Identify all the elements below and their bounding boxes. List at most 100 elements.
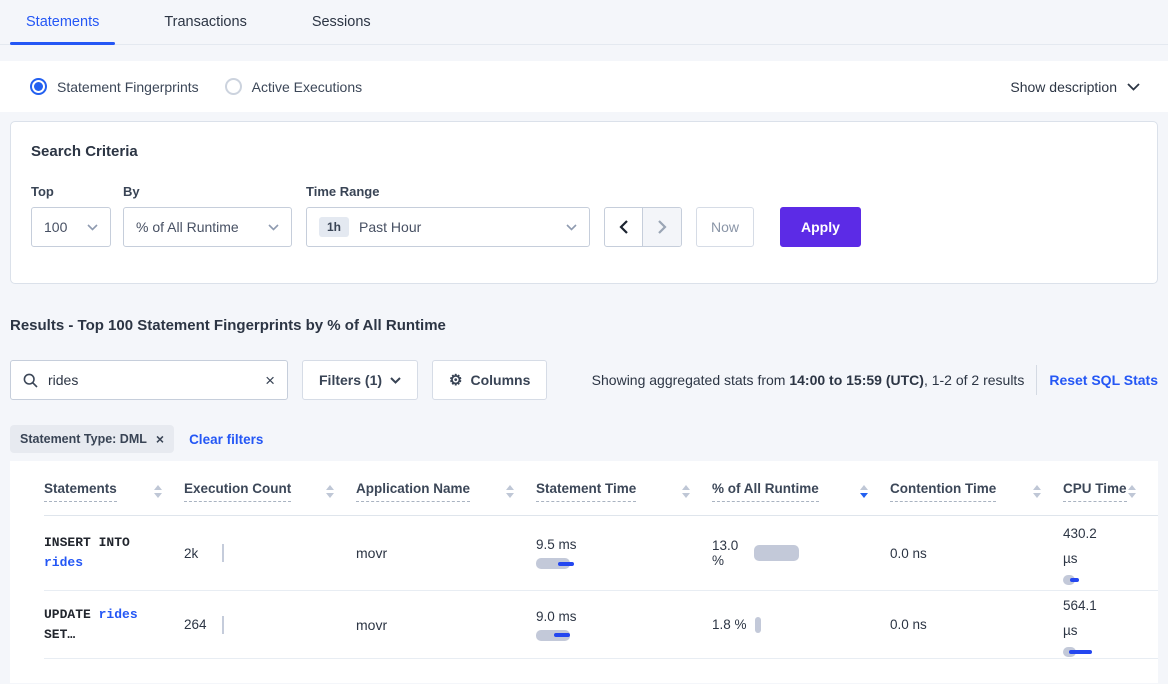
top-label: Top [31,184,111,199]
cpu-time-bar [1063,575,1079,585]
cpu-time-cell: 430.2 µs [1063,521,1158,585]
view-radio-group: Statement Fingerprints Active Executions [30,78,362,95]
search-input[interactable] [48,372,255,388]
by-select-value: % of All Runtime [136,219,239,235]
chevron-left-icon [619,220,628,234]
table-row: INSERT INTO rides 2k movr 9.5 ms 13.0 % … [44,516,1158,591]
column-header-contention-time[interactable]: Contention Time [890,481,1063,502]
statement-fingerprint-cell: UPDATE rides SET… [44,605,184,645]
by-select[interactable]: % of All Runtime [123,207,292,247]
table-header-row: Statements Execution Count Application N… [44,461,1158,516]
chevron-down-icon [390,377,401,384]
reset-sql-stats-link[interactable]: Reset SQL Stats [1049,372,1158,388]
results-controls: × Filters (1) ⚙ Columns Showing aggregat… [10,360,1158,400]
sort-icon [682,485,690,498]
execution-count-cell: 2k [184,544,356,562]
contention-time-cell: 0.0 ns [890,617,1063,632]
search-icon [23,373,38,388]
pct-runtime-cell: 13.0 % [712,538,890,568]
tab-sessions[interactable]: Sessions [296,0,387,44]
time-prev-button[interactable] [605,208,643,246]
cpu-time-cell: 564.1 µs [1063,593,1158,657]
show-description-toggle[interactable]: Show description [1010,79,1140,95]
clear-search-icon[interactable]: × [265,372,275,389]
execution-count-cell: 264 [184,616,356,634]
statement-time-cell: 9.5 ms [536,537,712,569]
divider [1036,365,1037,395]
sort-icon [326,485,334,498]
application-name-cell: movr [356,545,536,561]
time-range-field: Time Range 1h Past Hour [306,184,590,247]
application-name-cell: movr [356,617,536,633]
top-select[interactable]: 100 [31,207,111,247]
column-header-statement-time[interactable]: Statement Time [536,481,712,502]
execution-count-bar [222,544,224,562]
by-label: By [123,184,292,199]
time-range-badge: 1h [319,217,349,237]
column-header-application-name[interactable]: Application Name [356,481,536,502]
search-box: × [10,360,288,400]
time-range-label: Time Range [306,184,590,199]
radio-statement-fingerprints[interactable]: Statement Fingerprints [30,78,199,95]
tab-transactions[interactable]: Transactions [148,0,262,44]
time-nav-group [604,207,682,247]
view-toggle-bar: Statement Fingerprints Active Executions… [0,61,1168,112]
sort-icon [154,485,162,498]
columns-button[interactable]: ⚙ Columns [432,360,547,400]
table-row: UPDATE rides SET… 264 movr 9.0 ms 1.8 % … [44,591,1158,659]
sort-icon [1128,485,1136,498]
filters-button[interactable]: Filters (1) [302,360,418,400]
statement-time-cell: 9.0 ms [536,609,712,641]
column-header-statements[interactable]: Statements [44,481,184,502]
show-description-label: Show description [1010,79,1117,95]
column-header-pct-all-runtime[interactable]: % of All Runtime [712,481,890,502]
radio-label: Active Executions [252,79,363,95]
top-tabbar: Statements Transactions Sessions [0,0,1168,45]
column-header-cpu-time[interactable]: CPU Time [1063,481,1158,502]
time-range-value: Past Hour [359,219,421,235]
chevron-right-icon [658,220,667,234]
sort-icon [506,485,514,498]
search-criteria-title: Search Criteria [31,143,1137,160]
remove-filter-icon[interactable]: × [156,432,164,446]
top-select-value: 100 [44,219,67,235]
tab-statements[interactable]: Statements [10,0,115,44]
radio-active-executions[interactable]: Active Executions [225,78,363,95]
filter-chip-label: Statement Type: DML [20,432,147,446]
search-criteria-card: Search Criteria Top 100 By % of All Runt… [10,121,1158,284]
by-field: By % of All Runtime [123,184,292,247]
radio-label: Statement Fingerprints [57,79,199,95]
pct-runtime-bar [754,545,799,561]
time-next-button[interactable] [643,208,681,246]
filters-label: Filters (1) [319,372,382,388]
pct-runtime-cell: 1.8 % [712,617,890,633]
radio-unselected-icon [225,78,242,95]
filter-chip-statement-type[interactable]: Statement Type: DML × [10,425,174,453]
statement-link-rides[interactable]: rides [44,555,83,570]
now-button[interactable]: Now [696,207,754,247]
radio-selected-icon [30,78,47,95]
clear-filters-link[interactable]: Clear filters [189,432,263,447]
chevron-down-icon [566,224,577,231]
column-header-execution-count[interactable]: Execution Count [184,481,356,502]
aggregated-stats-text: Showing aggregated stats from 14:00 to 1… [592,372,1025,388]
statement-fingerprint-cell: INSERT INTO rides [44,533,184,573]
cpu-time-bar [1063,647,1092,657]
execution-count-bar [222,616,224,634]
pct-runtime-bar [755,617,761,633]
statements-table: Statements Execution Count Application N… [10,461,1158,683]
sort-icon-active-desc [860,485,868,498]
chevron-down-icon [1127,83,1140,91]
gear-icon: ⚙ [449,371,462,389]
sort-icon [1033,485,1041,498]
statement-time-bar [536,630,570,641]
columns-label: Columns [470,372,530,388]
apply-button[interactable]: Apply [780,207,861,247]
time-range-select[interactable]: 1h Past Hour [306,207,590,247]
statement-time-bar [536,558,574,569]
contention-time-cell: 0.0 ns [890,546,1063,561]
filter-chips-row: Statement Type: DML × Clear filters [10,425,1158,453]
chevron-down-icon [87,224,98,231]
top-field: Top 100 [31,184,111,247]
statement-link-rides[interactable]: rides [99,607,138,622]
